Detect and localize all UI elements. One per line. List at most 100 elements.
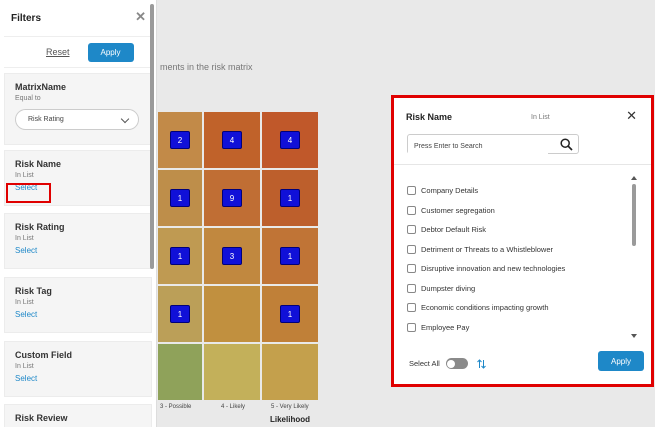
list-item-label: Company Details <box>421 186 479 196</box>
matrix-cell[interactable] <box>204 286 260 342</box>
checkbox[interactable] <box>407 283 416 293</box>
select-all-row: Select All <box>409 358 486 369</box>
risk-count-badge[interactable]: 1 <box>170 189 190 207</box>
matrix-cell[interactable]: 2 <box>158 112 202 168</box>
popup-scrollbar[interactable] <box>631 176 637 338</box>
filter-card-custom-field: Custom Field In List Select <box>4 341 152 397</box>
risk-count-badge[interactable]: 4 <box>222 131 242 149</box>
filters-header: Filters ✕ <box>0 0 156 36</box>
scrollbar-thumb[interactable] <box>632 184 636 246</box>
list-item[interactable]: Economic conditions impacting growth <box>407 298 627 318</box>
risk-count-badge[interactable]: 4 <box>280 131 300 149</box>
list-item[interactable]: Disruptive innovation and new technologi… <box>407 259 627 279</box>
matrix-cell[interactable]: 1 <box>158 228 202 284</box>
select-highlight-box <box>6 183 51 203</box>
risk-count-badge[interactable]: 1 <box>280 305 300 323</box>
filters-apply-button[interactable]: Apply <box>87 42 134 62</box>
matrix-cell[interactable] <box>204 344 260 400</box>
list-item[interactable]: Debtor Default Risk <box>407 220 627 240</box>
list-item-label: Detriment or Threats to a Whistleblower <box>421 244 553 254</box>
filter-operator: In List <box>15 299 34 306</box>
risk-count-badge[interactable]: 9 <box>222 189 242 207</box>
scroll-down-icon[interactable] <box>631 334 637 338</box>
filter-card-risk-tag: Risk Tag In List Select <box>4 277 152 333</box>
search-input[interactable] <box>408 137 548 156</box>
checkbox[interactable] <box>407 205 416 215</box>
risk-name-list: Company Details Customer segregation Debto… <box>394 176 631 338</box>
filter-title: Risk Rating <box>15 222 65 232</box>
risk-name-popup: Risk Name In List ✕ Company Details Custo… <box>391 95 654 387</box>
matrix-cell[interactable] <box>262 344 318 400</box>
checkbox[interactable] <box>407 303 416 313</box>
filter-title: MatrixName <box>15 82 67 92</box>
divider <box>394 164 651 165</box>
close-icon[interactable]: ✕ <box>135 10 146 23</box>
list-item[interactable]: Dumpster diving <box>407 279 627 299</box>
filter-operator: In List <box>15 235 34 242</box>
search-icon[interactable] <box>560 138 573 151</box>
matrix-cell[interactable]: 4 <box>262 112 318 168</box>
checkbox[interactable] <box>407 225 416 235</box>
filter-operator: In List <box>15 172 34 179</box>
matrix-cell[interactable]: 1 <box>262 286 318 342</box>
popup-title: Risk Name <box>406 112 453 122</box>
dropdown-value: Risk Rating <box>28 116 64 123</box>
filters-scrollbar[interactable] <box>150 4 154 269</box>
x-label-likely: 4 - Likely <box>221 404 246 410</box>
page-description: ments in the risk matrix <box>160 62 253 72</box>
toggle-knob <box>447 359 456 368</box>
checkbox[interactable] <box>407 186 416 196</box>
filters-panel: Filters ✕ Reset Apply MatrixName Equal t… <box>0 0 157 427</box>
scroll-up-icon[interactable] <box>631 176 637 180</box>
filter-title: Risk Tag <box>15 286 52 296</box>
list-item-label: Debtor Default Risk <box>421 225 487 235</box>
list-item[interactable]: Employee Pay <box>407 318 627 338</box>
checkbox[interactable] <box>407 244 416 254</box>
checkbox[interactable] <box>407 322 416 332</box>
sort-icon[interactable] <box>477 358 486 369</box>
risk-count-badge[interactable]: 1 <box>170 247 190 265</box>
reset-button[interactable]: Reset <box>46 47 70 57</box>
list-item-label: Employee Pay <box>421 322 470 332</box>
filter-card-matrixname: MatrixName Equal to Risk Rating <box>4 73 152 145</box>
filter-title: Risk Review <box>15 413 68 423</box>
risk-matrix: 2 4 4 1 9 1 1 3 1 1 1 <box>158 112 318 400</box>
list-item[interactable]: Company Details <box>407 181 627 201</box>
custom-field-select-link[interactable]: Select <box>15 374 141 383</box>
list-item[interactable]: Detriment or Threats to a Whistleblower <box>407 240 627 260</box>
x-label-possible: 3 - Possible <box>160 404 192 410</box>
matrix-cell[interactable]: 1 <box>158 286 202 342</box>
chevron-down-icon <box>120 114 130 124</box>
list-item[interactable]: External supplier(s) (including cloud) <box>407 337 627 338</box>
risk-rating-select-link[interactable]: Select <box>15 246 141 255</box>
checkbox[interactable] <box>407 264 416 274</box>
search-box <box>407 134 579 156</box>
list-item-label: Economic conditions impacting growth <box>421 303 549 313</box>
filter-operator: Equal to <box>15 95 41 102</box>
risk-count-badge[interactable]: 3 <box>222 247 242 265</box>
list-item-label: Dumpster diving <box>421 283 476 293</box>
select-all-toggle[interactable] <box>445 358 468 369</box>
matrix-cell[interactable]: 1 <box>158 170 202 226</box>
popup-apply-button[interactable]: Apply <box>598 351 644 371</box>
list-item[interactable]: Customer segregation <box>407 201 627 221</box>
matrix-name-dropdown[interactable]: Risk Rating <box>15 109 139 130</box>
filters-title: Filters <box>11 12 42 24</box>
matrix-cell[interactable]: 3 <box>204 228 260 284</box>
select-all-label: Select All <box>409 359 440 368</box>
x-axis-title: Likelihood <box>270 415 310 424</box>
risk-count-badge[interactable]: 1 <box>170 305 190 323</box>
filters-actions: Reset Apply <box>4 36 152 68</box>
matrix-cell[interactable]: 1 <box>262 228 318 284</box>
filter-card-risk-rating: Risk Rating In List Select <box>4 213 152 269</box>
risk-count-badge[interactable]: 1 <box>280 189 300 207</box>
matrix-cell[interactable] <box>158 344 202 400</box>
close-icon[interactable]: ✕ <box>626 109 637 122</box>
matrix-cell[interactable]: 4 <box>204 112 260 168</box>
risk-count-badge[interactable]: 2 <box>170 131 190 149</box>
risk-count-badge[interactable]: 1 <box>280 247 300 265</box>
matrix-cell[interactable]: 1 <box>262 170 318 226</box>
risk-tag-select-link[interactable]: Select <box>15 310 141 319</box>
risk-name-items: Company Details Customer segregation Debto… <box>407 181 627 338</box>
matrix-cell[interactable]: 9 <box>204 170 260 226</box>
